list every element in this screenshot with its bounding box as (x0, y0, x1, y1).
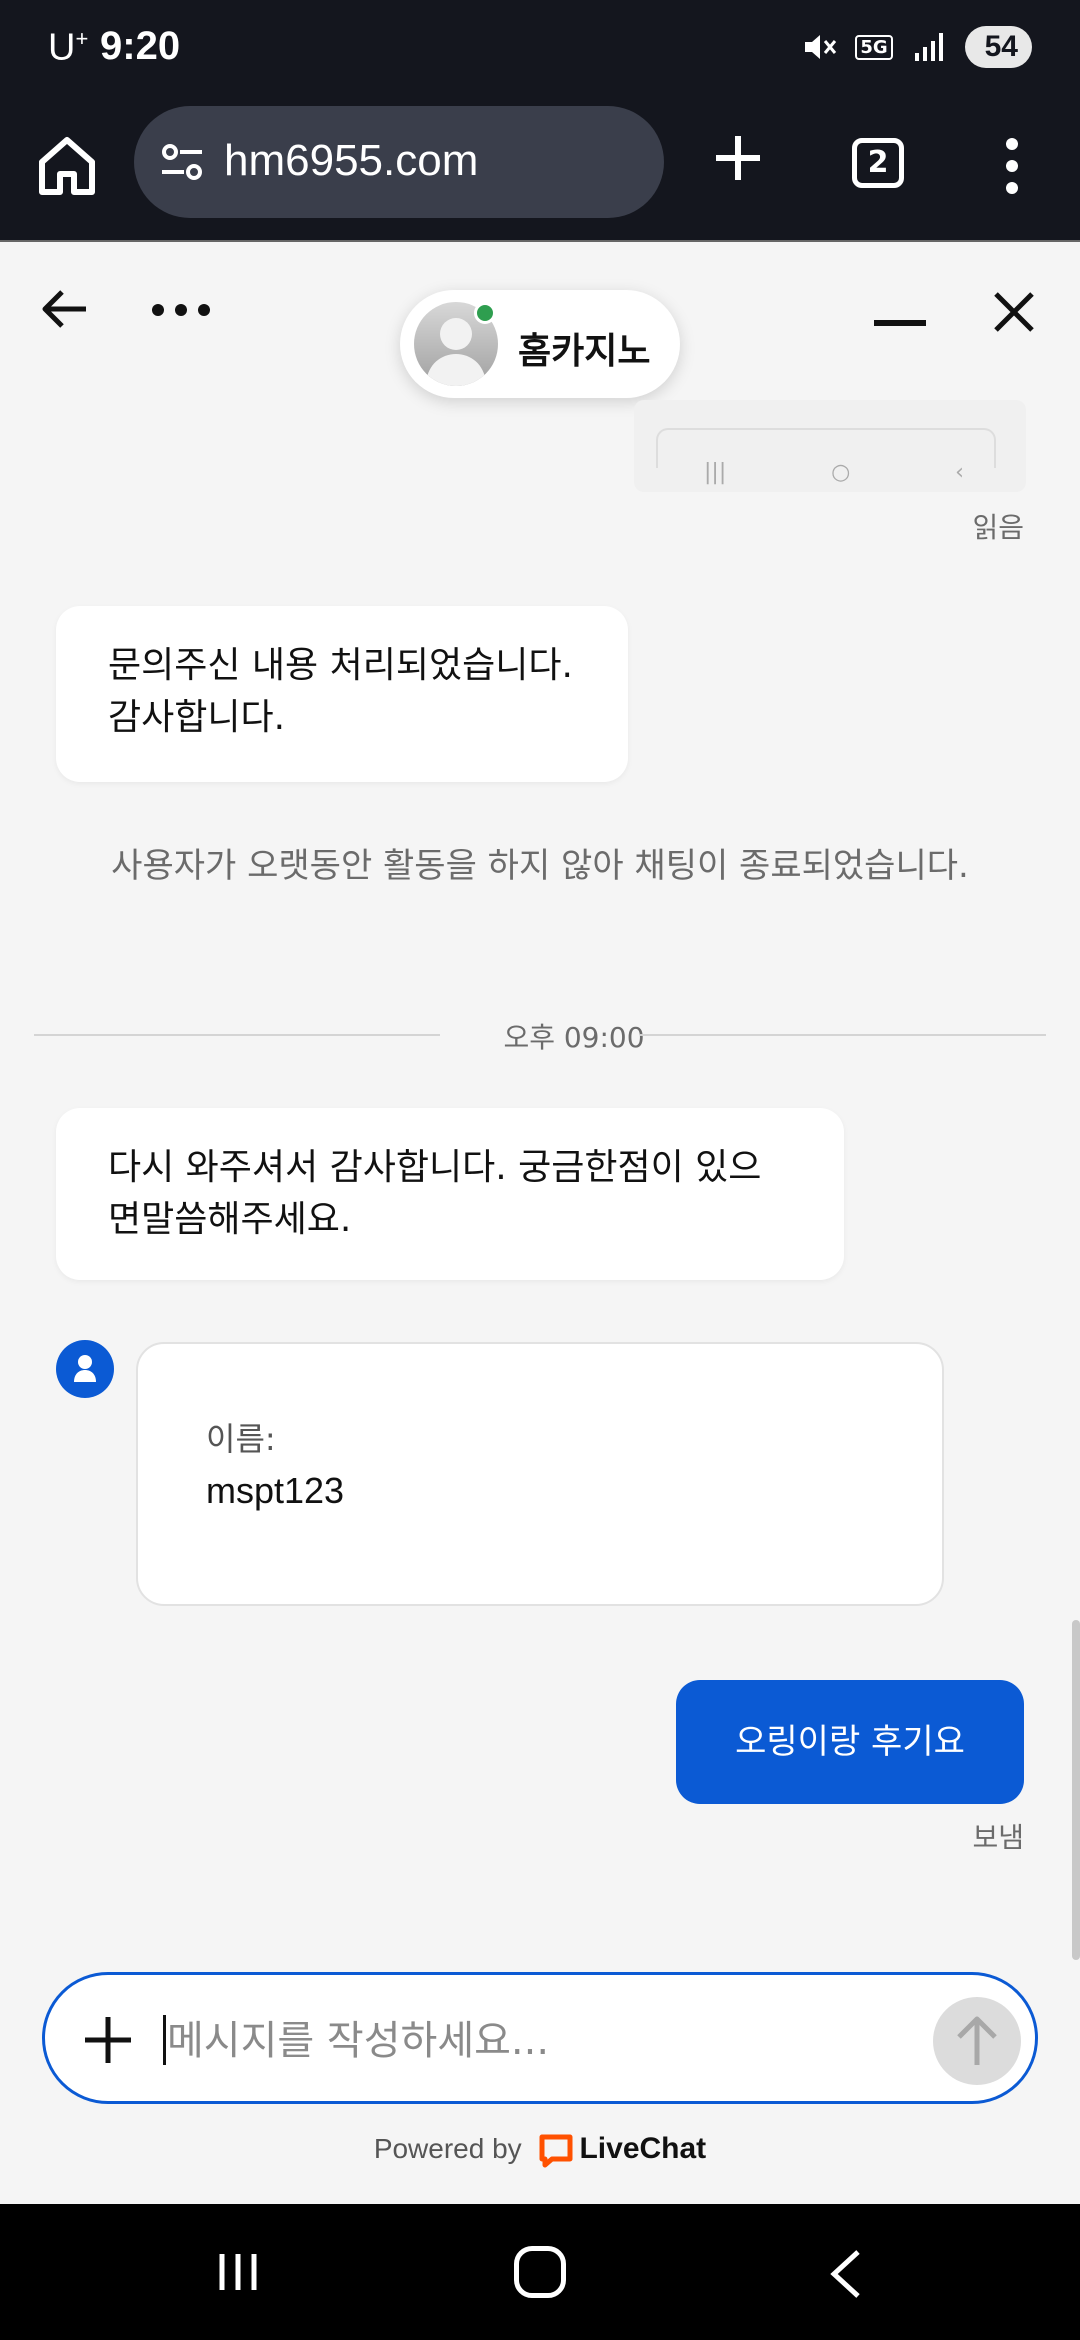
minimize-icon[interactable] (874, 320, 926, 326)
agent-message: 다시 와주셔서 감사합니다. 궁금한점이 있으 면말씀해주세요. (56, 1108, 844, 1280)
message-composer (42, 1972, 1038, 2104)
online-status-dot (474, 302, 496, 324)
site-settings-icon[interactable] (158, 138, 206, 186)
message-line: 다시 와주셔서 감사합니다. 궁금한점이 있으 (108, 1147, 762, 1188)
recent-apps-icon: ||| (704, 460, 727, 485)
time-divider: 오후 09:00 (34, 1016, 1046, 1054)
divider-line (34, 1034, 440, 1036)
system-message: 사용자가 오랫동안 활동을 하지 않아 채팅이 종료되었습니다. (111, 846, 969, 886)
attach-plus-icon[interactable] (83, 2015, 133, 2065)
agent-message: 문의주신 내용 처리되었습니다. 감사합니다. (56, 606, 628, 782)
read-status: 읽음 (972, 511, 1024, 544)
new-tab-icon[interactable] (712, 132, 764, 184)
form-value: mspt123 (206, 1470, 345, 1511)
address-bar[interactable]: hm6955.com (134, 106, 664, 218)
clock: 9:20 (100, 24, 181, 68)
sent-status: 보냄 (972, 1821, 1024, 1854)
home-icon[interactable] (34, 132, 100, 198)
browser-toolbar: hm6955.com 2 (0, 96, 1080, 242)
powered-by-footer[interactable]: Powered by LiveChat (0, 2132, 1080, 2168)
user-icon (56, 1340, 114, 1398)
chevron-left-icon: ‹ (955, 460, 964, 485)
status-bar: U+ 9:20 5G 54 (0, 0, 1080, 96)
signal-icon (914, 33, 943, 61)
battery-indicator: 54 (964, 26, 1032, 68)
recent-apps-icon[interactable] (214, 2248, 262, 2296)
more-vert-icon[interactable] (1000, 136, 1024, 196)
message-line: 감사합니다. (108, 697, 286, 738)
powered-by-text: Powered by (373, 2133, 522, 2164)
message-line: 면말씀해주세요. (108, 1199, 352, 1240)
back-arrow-icon[interactable] (40, 284, 90, 334)
agent-name: 홈카지노 (518, 331, 651, 372)
network-badge: 5G (855, 34, 893, 60)
visitor-message: 오링이랑 후기요 (676, 1680, 1024, 1804)
url-text[interactable]: hm6955.com (224, 136, 478, 186)
scrollbar[interactable] (1072, 1620, 1080, 1960)
tab-switcher-button[interactable]: 2 (852, 138, 904, 188)
divider-time: 오후 09:00 (503, 1021, 645, 1054)
home-circle-icon: ○ (831, 460, 851, 485)
send-button[interactable] (933, 1997, 1021, 2085)
agent-info[interactable]: 홈카지노 (400, 290, 680, 398)
livechat-brand: LiveChat (579, 2132, 707, 2165)
message-input[interactable] (167, 2003, 947, 2079)
text-caret (163, 2015, 166, 2065)
arrow-up-icon (957, 2016, 997, 2065)
carrier: U+ (48, 26, 89, 69)
prechat-form-card: 이름: mspt123 (136, 1342, 944, 1606)
form-label: 이름: (206, 1420, 276, 1458)
divider-line (640, 1034, 1046, 1036)
system-navigation-bar (0, 2204, 1080, 2340)
back-icon[interactable] (826, 2248, 866, 2300)
message-line: 문의주신 내용 처리되었습니다. (108, 645, 573, 686)
image-nav-bar: ||| ○ ‹ (704, 460, 964, 485)
home-button[interactable] (514, 2246, 566, 2298)
more-horiz-icon[interactable] (150, 300, 212, 320)
image-attachment[interactable]: ||| ○ ‹ (634, 400, 1026, 492)
mute-icon (805, 35, 837, 59)
livechat-logo-icon (539, 2134, 573, 2168)
close-icon[interactable] (992, 290, 1036, 334)
status-icons: 5G 54 (801, 26, 1032, 68)
